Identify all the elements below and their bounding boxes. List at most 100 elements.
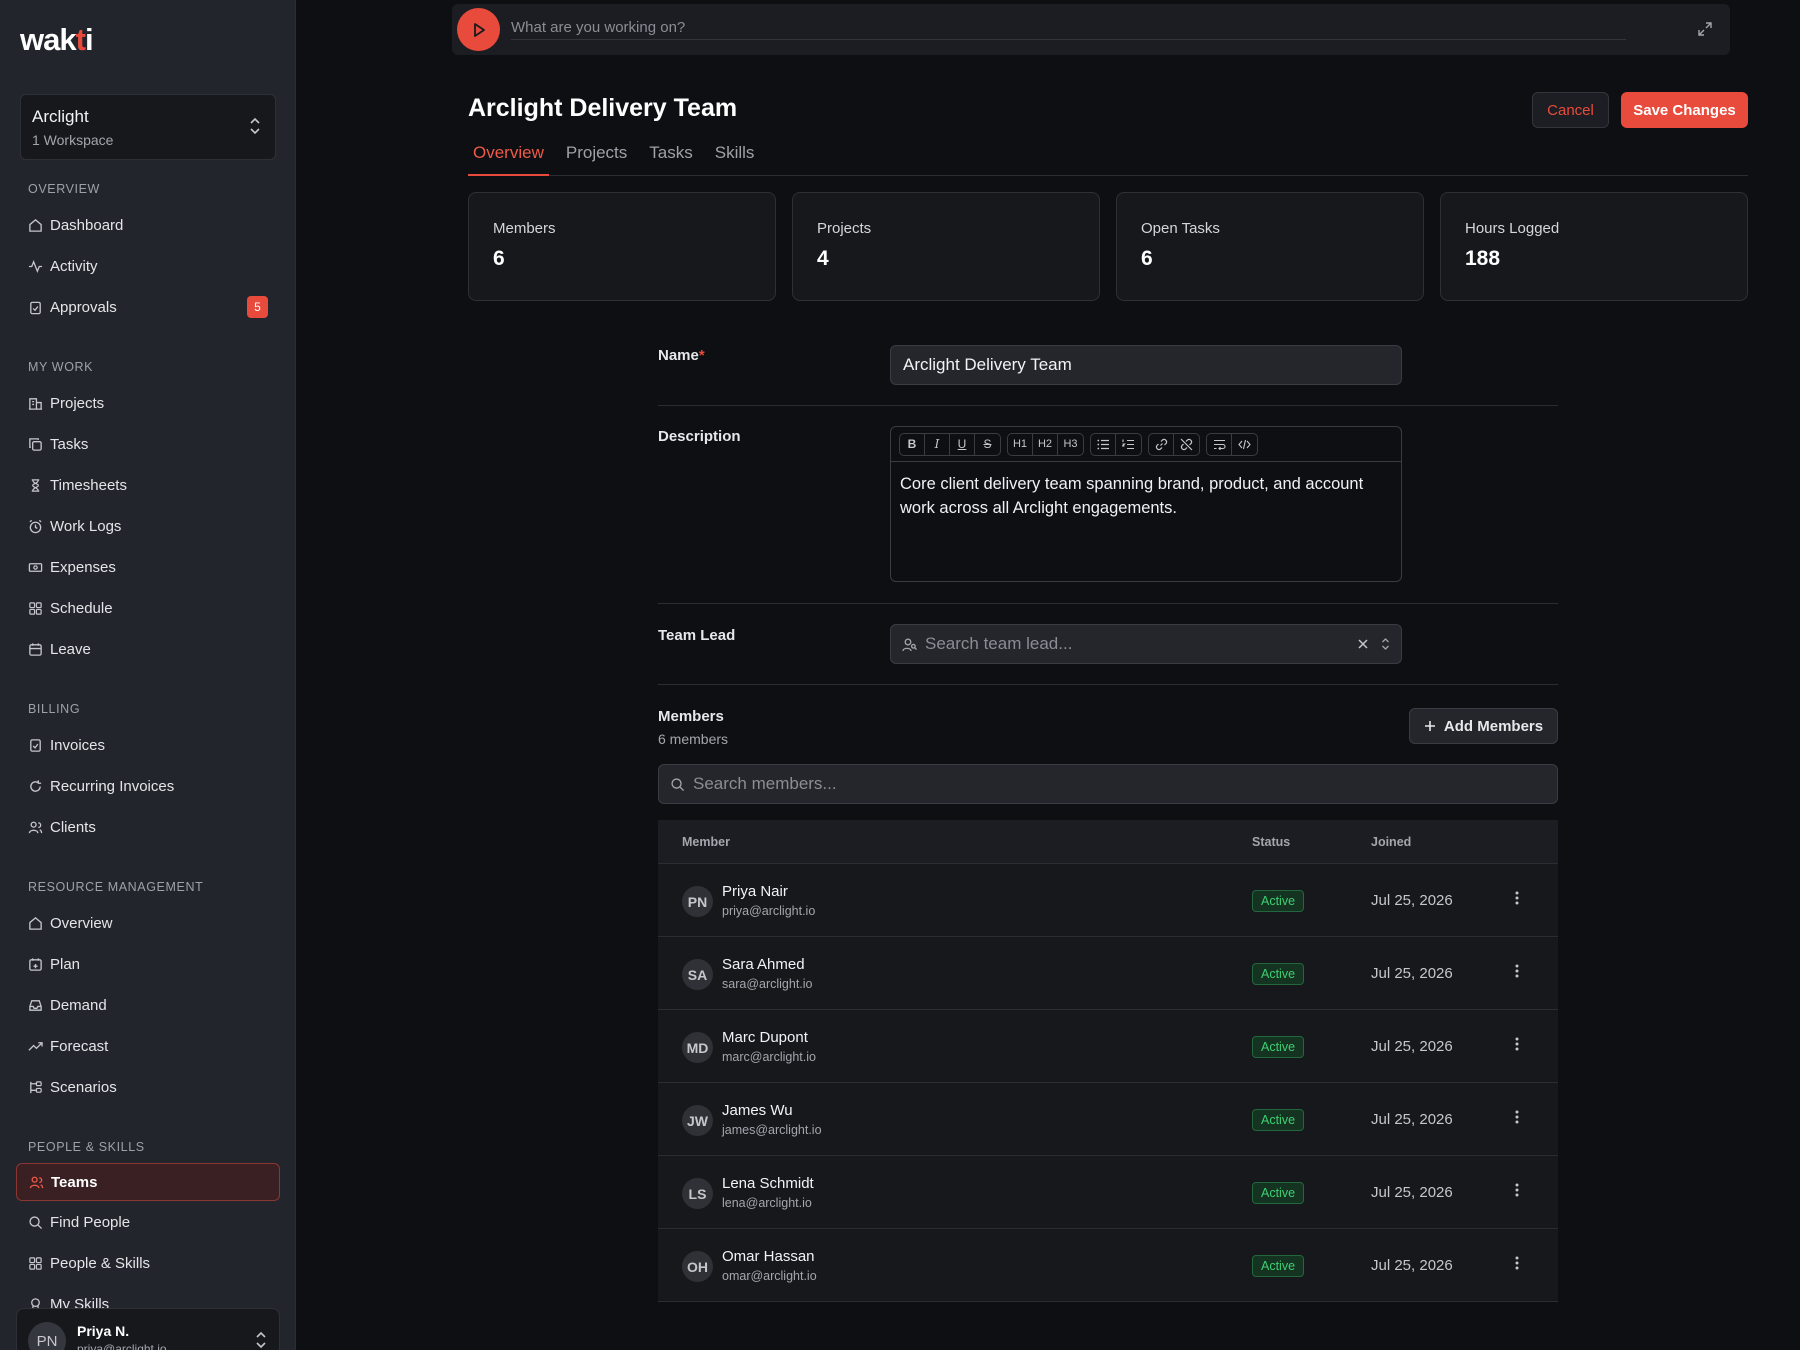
team-lead-select[interactable] [890, 624, 1402, 664]
member-name[interactable]: Omar Hassan [722, 1248, 815, 1265]
link-button[interactable] [1149, 433, 1174, 455]
sidebar-item-forecast[interactable]: Forecast [16, 1028, 280, 1064]
member-email: marc@arclight.io [722, 1050, 816, 1064]
team-lead-search-input[interactable] [925, 633, 1325, 655]
sidebar-item-timesheets[interactable]: Timesheets [16, 467, 280, 503]
sidebar-item-tasks[interactable]: Tasks [16, 426, 280, 462]
column-joined[interactable]: Joined [1371, 835, 1411, 849]
start-timer-button[interactable] [457, 8, 500, 51]
ordered-list-button[interactable] [1116, 434, 1141, 455]
bullet-list-button[interactable] [1091, 433, 1116, 455]
sidebar-item-projects[interactable]: Projects [16, 385, 280, 421]
sidebar-item-clients[interactable]: Clients [16, 809, 280, 845]
table-row[interactable]: OH Omar Hassan omar@arclight.io Active Jul 2… [658, 1229, 1558, 1302]
more-vertical-icon[interactable] [1515, 1256, 1519, 1270]
heading-1-button[interactable]: H1 [1008, 433, 1033, 455]
members-count: 6 members [658, 731, 729, 747]
underline-button[interactable]: U [950, 433, 975, 455]
more-vertical-icon[interactable] [1515, 1183, 1519, 1197]
bold-button[interactable]: B [900, 433, 925, 455]
tab-tasks[interactable]: Tasks [644, 140, 697, 176]
column-status[interactable]: Status [1252, 835, 1290, 849]
sidebar-item-label: Scenarios [50, 1078, 117, 1096]
workspace-switcher[interactable]: Arclight 1 Workspace [20, 94, 276, 160]
sidebar-item-leave[interactable]: Leave [16, 631, 280, 667]
more-vertical-icon[interactable] [1515, 1110, 1519, 1124]
tab-skills[interactable]: Skills [710, 140, 760, 176]
sidebar-item-find-people[interactable]: Find People [16, 1204, 280, 1240]
sidebar-item-plan[interactable]: Plan [16, 946, 280, 982]
sidebar-item-dashboard[interactable]: Dashboard [16, 207, 280, 243]
user-name: Priya N. [77, 1323, 130, 1339]
member-name[interactable]: Sara Ahmed [722, 956, 805, 973]
timer-description-input[interactable] [511, 16, 1626, 40]
activity-icon [28, 259, 43, 274]
sidebar-item-work-logs[interactable]: Work Logs [16, 508, 280, 544]
sidebar-item-demand[interactable]: Demand [16, 987, 280, 1023]
members-search-input[interactable] [693, 773, 1533, 795]
editor-toolbar: B I U S H1 H2 H3 [891, 427, 1401, 462]
page-title: Arclight Delivery Team [468, 94, 738, 122]
member-name[interactable]: Marc Dupont [722, 1029, 808, 1046]
strikethrough-button[interactable]: S [975, 434, 1000, 455]
sidebar-item-label: Recurring Invoices [50, 777, 175, 795]
column-member[interactable]: Member [682, 835, 730, 849]
description-editor[interactable]: B I U S H1 H2 H3 Core client delivery te… [890, 426, 1402, 582]
table-row[interactable]: SA Sara Ahmed sara@arclight.io Active Jul 25… [658, 937, 1558, 1010]
sidebar-item-invoices[interactable]: Invoices [16, 727, 280, 763]
table-row[interactable]: MD Marc Dupont marc@arclight.io Active Jul 2… [658, 1010, 1558, 1083]
table-row[interactable]: PN Priya Nair priya@arclight.io Active Jul 2… [658, 864, 1558, 937]
avatar: JW [682, 1105, 713, 1136]
search-icon [28, 1215, 43, 1230]
description-text[interactable]: Core client delivery team spanning brand… [891, 462, 1401, 530]
table-row[interactable]: JW James Wu james@arclight.io Active Jul 25,… [658, 1083, 1558, 1156]
bullet-list-icon [1096, 439, 1110, 450]
clear-icon[interactable] [1357, 638, 1369, 650]
sidebar-item-people-skills[interactable]: People & Skills [16, 1245, 280, 1281]
sidebar-item-label: Demand [50, 996, 107, 1014]
git-branch-icon [28, 1080, 43, 1095]
sidebar-item-teams[interactable]: Teams [16, 1163, 280, 1201]
member-name[interactable]: Lena Schmidt [722, 1175, 814, 1192]
sidebar-item-recurring-invoices[interactable]: Recurring Invoices [16, 768, 280, 804]
table-row[interactable]: LS Lena Schmidt lena@arclight.io Active Jul … [658, 1156, 1558, 1229]
heading-3-button[interactable]: H3 [1058, 434, 1083, 455]
sidebar-item-label: Clients [50, 818, 96, 836]
tab-projects[interactable]: Projects [561, 140, 632, 176]
users-icon [28, 820, 43, 835]
user-menu[interactable]: PN Priya N. priya@arclight.io [16, 1308, 280, 1350]
member-name[interactable]: Priya Nair [722, 883, 788, 900]
sidebar-item-activity[interactable]: Activity [16, 248, 280, 284]
heading-2-button[interactable]: H2 [1033, 433, 1058, 455]
home-icon [28, 916, 43, 931]
sidebar-item-expenses[interactable]: Expenses [16, 549, 280, 585]
members-search[interactable] [658, 764, 1558, 804]
chevrons-up-down-icon[interactable] [1381, 636, 1390, 652]
more-vertical-icon[interactable] [1515, 964, 1519, 978]
chevrons-up-down-icon [249, 117, 261, 135]
tab-overview[interactable]: Overview [468, 140, 549, 176]
joined-date: Jul 25, 2026 [1371, 1111, 1453, 1128]
sidebar-item-schedule[interactable]: Schedule [16, 590, 280, 626]
member-email: omar@arclight.io [722, 1269, 817, 1283]
add-members-button[interactable]: Add Members [1409, 708, 1558, 744]
hard-break-button[interactable] [1207, 433, 1232, 455]
unlink-button[interactable] [1174, 434, 1199, 455]
sidebar-item-resource-overview[interactable]: Overview [16, 905, 280, 941]
italic-button[interactable]: I [925, 433, 950, 455]
members-table: Member Status Joined PN Priya Nair priya@a… [658, 820, 1558, 1302]
ordered-list-icon [1122, 439, 1135, 450]
team-name-input[interactable] [890, 345, 1402, 385]
approvals-count-badge: 5 [247, 296, 268, 318]
code-button[interactable] [1232, 434, 1257, 455]
more-vertical-icon[interactable] [1515, 891, 1519, 905]
save-changes-button[interactable]: Save Changes [1621, 92, 1748, 128]
sidebar-item-approvals[interactable]: Approvals 5 [16, 289, 280, 325]
member-name[interactable]: James Wu [722, 1102, 793, 1119]
more-vertical-icon[interactable] [1515, 1037, 1519, 1051]
cancel-button[interactable]: Cancel [1532, 92, 1609, 128]
sidebar-item-scenarios[interactable]: Scenarios [16, 1069, 280, 1105]
expand-icon[interactable] [1698, 22, 1712, 36]
divider [658, 603, 1558, 604]
app-logo[interactable]: wakti [20, 22, 94, 58]
